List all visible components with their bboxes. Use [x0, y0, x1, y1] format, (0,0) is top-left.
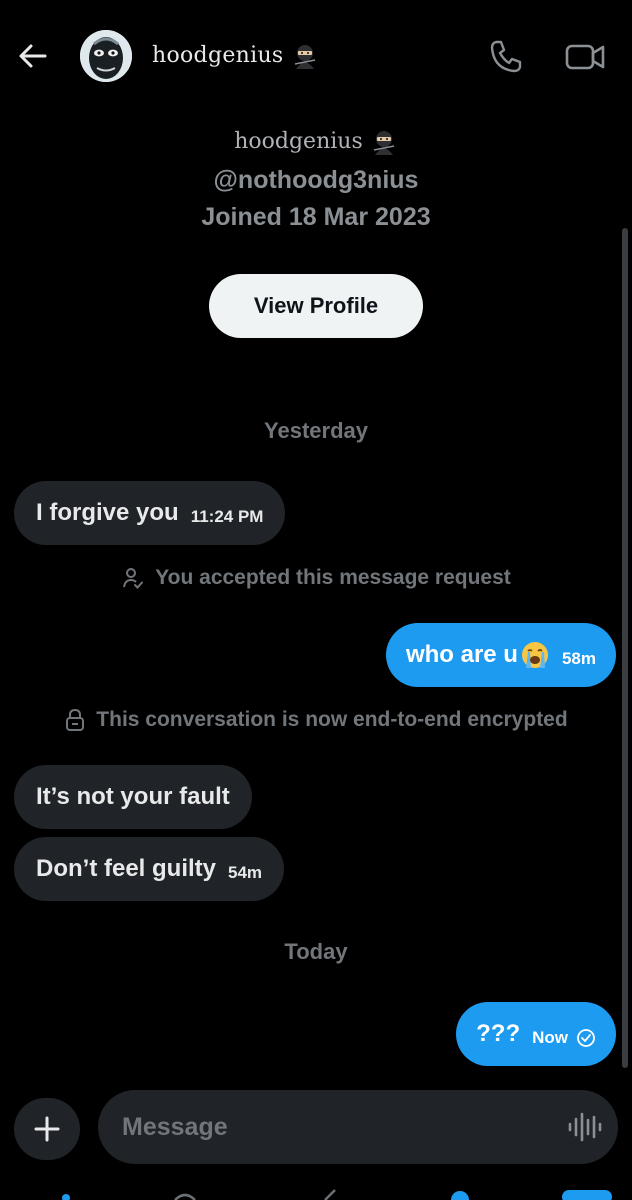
back-arrow-icon[interactable]	[14, 38, 50, 74]
message-text: It’s not your fault	[36, 783, 230, 810]
message-timestamp: Now	[532, 1028, 568, 1047]
message-bubble-incoming[interactable]: Don’t feel guilty 54m	[14, 837, 285, 901]
person-check-icon	[123, 568, 144, 589]
plus-icon	[34, 1116, 60, 1142]
message-text: who are u	[405, 641, 518, 668]
message-text: ???	[476, 1020, 521, 1047]
avatar-image	[80, 30, 132, 82]
lock-icon	[66, 708, 85, 731]
ninja-icon	[373, 131, 394, 155]
message-input[interactable]	[122, 1110, 542, 1144]
system-message-text: You accepted this message request	[155, 566, 511, 589]
message-text: I forgive you	[36, 499, 179, 526]
system-message-encrypted: This conversation is now end-to-end encr…	[0, 708, 632, 732]
add-attachment-button[interactable]	[14, 1098, 80, 1160]
loudly-crying-face-icon	[521, 642, 548, 668]
dm-conversation-screen: hoodgenius hoodgenius @nothoodg3nius Joi…	[0, 0, 632, 1200]
message-timestamp: 58m	[561, 649, 596, 668]
message-timestamp: 11:24 PM	[190, 507, 264, 526]
bottom-nav-peek	[0, 1186, 632, 1200]
view-profile-button[interactable]: View Profile	[209, 274, 423, 338]
phone-icon[interactable]	[486, 36, 526, 76]
message-bubble-outgoing[interactable]: who are u 58m	[385, 623, 616, 687]
message-timestamp: 54m	[228, 863, 263, 882]
message-text: Don’t feel guilty	[36, 855, 216, 882]
profile-handle: @nothoodg3nius	[213, 166, 419, 194]
profile-name-text: hoodgenius	[234, 129, 363, 154]
avatar[interactable]	[80, 30, 132, 82]
header-name-text: hoodgenius	[152, 43, 284, 68]
conversation-header: hoodgenius	[0, 0, 632, 112]
message-bubble-outgoing[interactable]: ??? Now	[456, 1002, 616, 1066]
header-name[interactable]: hoodgenius	[152, 42, 319, 70]
day-separator-today: Today	[284, 939, 348, 964]
voice-message-icon[interactable]	[566, 1110, 602, 1144]
message-bubble-incoming[interactable]: I forgive you 11:24 PM	[14, 481, 286, 545]
profile-name: hoodgenius	[0, 128, 632, 156]
sent-check-icon	[577, 1029, 595, 1047]
profile-joined-date: Joined 18 Mar 2023	[201, 203, 431, 231]
video-camera-icon[interactable]	[564, 38, 606, 76]
day-separator-yesterday: Yesterday	[264, 418, 368, 443]
bottom-nav-icons	[62, 1189, 612, 1200]
message-bubble-incoming[interactable]: It’s not your fault	[14, 765, 252, 829]
system-message-text: This conversation is now end-to-end encr…	[96, 708, 568, 731]
system-message-request-accepted: You accepted this message request	[0, 566, 632, 590]
ninja-icon	[294, 45, 315, 69]
message-composer	[98, 1090, 618, 1164]
